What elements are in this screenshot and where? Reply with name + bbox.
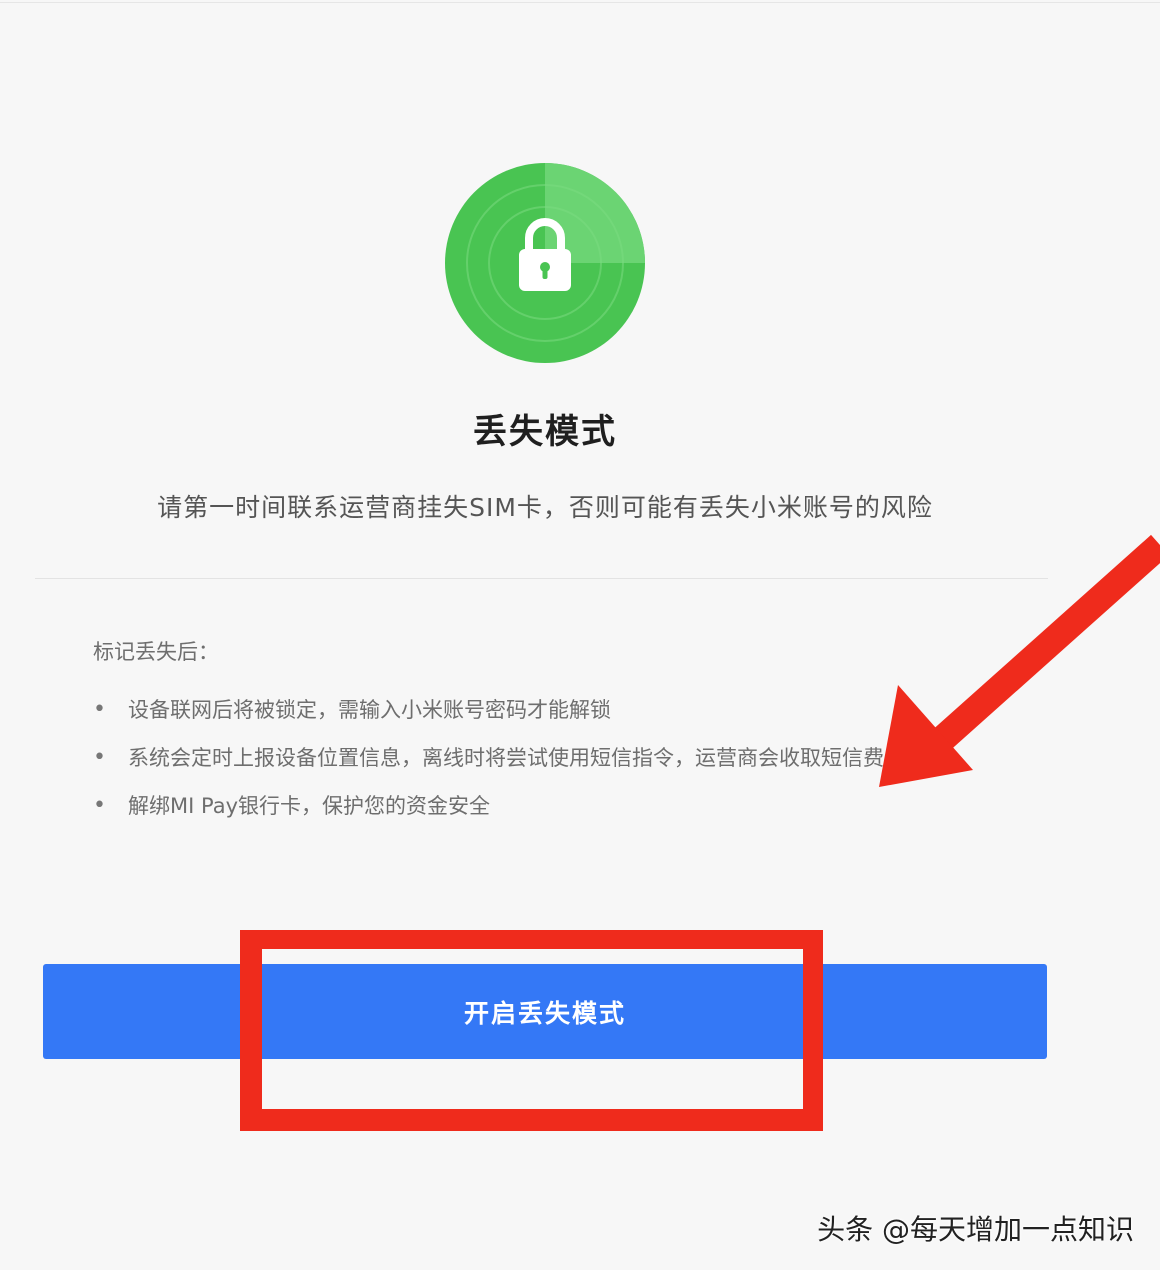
lock-icon [445,163,645,363]
watermark-text: 头条 @每天增加一点知识 [817,1213,1134,1246]
info-heading: 标记丢失后： [93,640,219,664]
lost-mode-badge [445,163,645,363]
list-item: • 设备联网后将被锁定，需输入小米账号密码才能解锁 [93,692,993,728]
list-item-text: 解绑MI Pay银行卡，保护您的资金安全 [128,794,491,818]
lost-mode-info: 标记丢失后： • 设备联网后将被锁定，需输入小米账号密码才能解锁 • 系统会定时… [93,636,993,836]
list-item-text: 设备联网后将被锁定，需输入小米账号密码才能解锁 [128,698,611,722]
enable-lost-mode-button[interactable]: 开启丢失模式 [43,964,1047,1059]
section-divider [35,578,1048,579]
list-item-text: 系统会定时上报设备位置信息，离线时将尝试使用短信指令，运营商会收取短信费用 [128,746,905,770]
top-border [0,2,1160,3]
bullet-icon: • [93,793,106,818]
list-item: • 解绑MI Pay银行卡，保护您的资金安全 [93,788,993,824]
bullet-icon: • [93,697,106,722]
sim-warning-text: 请第一时间联系运营商挂失SIM卡，否则可能有丢失小米账号的风险 [157,493,933,522]
page-title: 丢失模式 [473,412,617,452]
info-list: • 设备联网后将被锁定，需输入小米账号密码才能解锁 • 系统会定时上报设备位置信… [93,692,993,824]
bullet-icon: • [93,745,106,770]
list-item: • 系统会定时上报设备位置信息，离线时将尝试使用短信指令，运营商会收取短信费用 [93,740,993,776]
